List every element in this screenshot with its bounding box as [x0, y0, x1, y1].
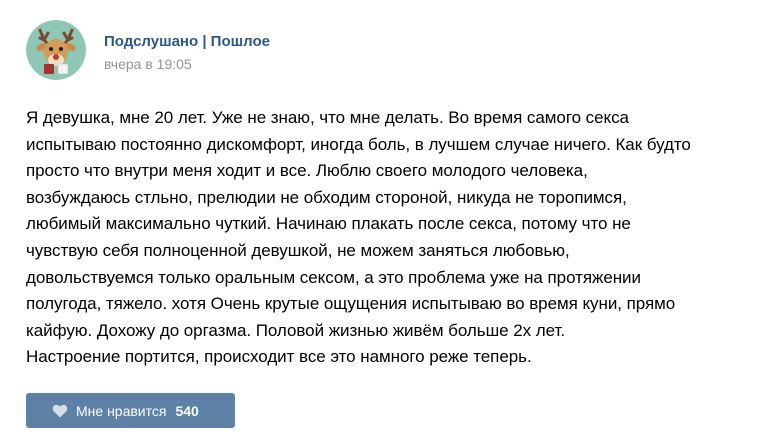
post-card: Подслушано | Пошлое вчера в 19:05 Я деву… [0, 0, 782, 444]
post-header: Подслушано | Пошлое вчера в 19:05 [104, 33, 270, 73]
heart-icon [52, 404, 68, 418]
post-text: Я девушка, мне 20 лет. Уже не знаю, что … [26, 108, 691, 367]
like-button[interactable]: Мне нравится 540 [26, 393, 235, 428]
deer-mascot-icon [26, 20, 86, 80]
like-label: Мне нравится [76, 402, 167, 419]
avatar[interactable] [26, 20, 86, 80]
author-link[interactable]: Подслушано | Пошлое [104, 33, 270, 51]
like-count: 540 [175, 402, 199, 419]
post-timestamp[interactable]: вчера в 19:05 [104, 56, 270, 73]
